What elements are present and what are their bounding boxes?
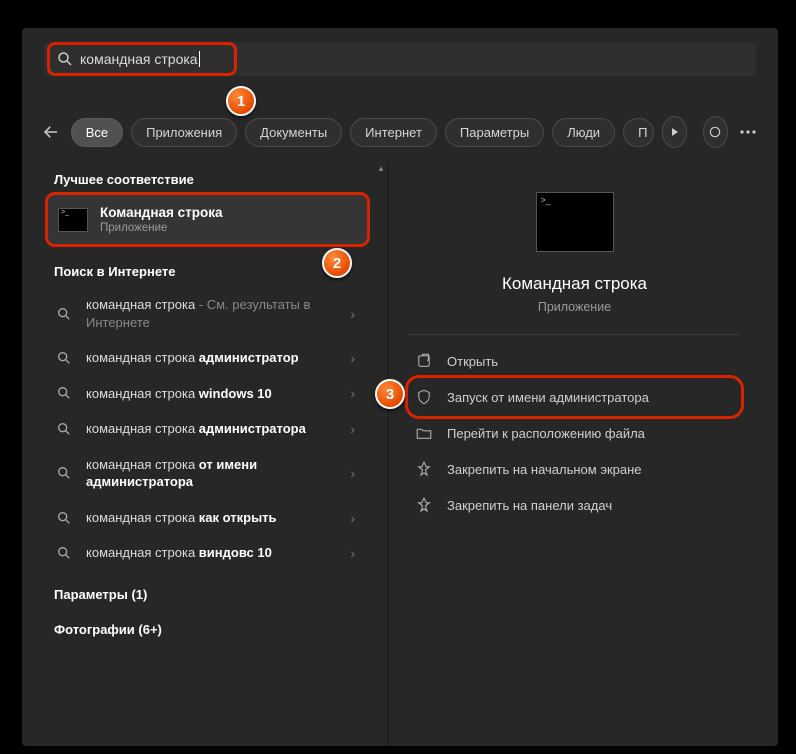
preview-icon [536, 192, 614, 252]
preview-sub: Приложение [409, 300, 740, 314]
results-list: Лучшее соответствие Командная строка При… [40, 162, 375, 746]
tab-settings[interactable]: Параметры [445, 118, 544, 147]
circle-icon [708, 125, 722, 139]
action-pin-taskbar[interactable]: Закрепить на панели задач [409, 487, 740, 523]
action-run-as-admin[interactable]: Запуск от имени администратора [409, 379, 740, 415]
web-suggestion[interactable]: командная строка - См. результаты в Инте… [40, 287, 375, 340]
chevron-right-icon: › [350, 421, 359, 437]
suggestion-text: командная строка от имени администратора [86, 456, 336, 491]
action-pin-taskbar-label: Закрепить на панели задач [447, 498, 612, 513]
filter-tabs: Все Приложения Документы Интернет Параме… [40, 114, 760, 150]
shield-icon [415, 388, 433, 406]
tab-documents[interactable]: Документы [245, 118, 342, 147]
pin-icon [415, 460, 433, 478]
best-match-header: Лучшее соответствие [40, 162, 375, 195]
search-window: командная строка 1 Все Приложения Докуме… [22, 28, 778, 746]
scroll-up-icon[interactable]: ▴ [375, 162, 387, 174]
preview-title: Командная строка [409, 274, 740, 294]
tab-apps[interactable]: Приложения [131, 118, 237, 147]
search-icon [56, 50, 74, 68]
web-suggestion[interactable]: командная строка администратора › [40, 411, 375, 447]
top-result[interactable]: Командная строка Приложение [48, 195, 367, 244]
ellipsis-icon [740, 130, 756, 134]
web-suggestion[interactable]: командная строка от имени администратора… [40, 447, 375, 500]
text-cursor [199, 51, 200, 67]
search-icon [56, 545, 72, 561]
chevron-right-icon: › [350, 306, 359, 322]
search-icon [56, 465, 72, 481]
account-button[interactable] [703, 116, 728, 148]
tab-scroll-right[interactable] [662, 116, 687, 148]
chevron-right-icon: › [350, 350, 359, 366]
search-bar[interactable]: командная строка [47, 42, 237, 76]
action-open[interactable]: Открыть [409, 343, 740, 379]
web-suggestion[interactable]: командная строка администратор › [40, 340, 375, 376]
suggestion-text: командная строка администратор [86, 349, 336, 367]
top-result-title: Командная строка [100, 205, 223, 220]
play-icon [670, 127, 680, 137]
scrollbar[interactable]: ▴ [375, 162, 387, 746]
results-area: Лучшее соответствие Командная строка При… [40, 162, 760, 746]
action-admin-label: Запуск от имени администратора [447, 390, 649, 405]
action-open-location[interactable]: Перейти к расположению файла [409, 415, 740, 451]
chevron-right-icon: › [350, 385, 359, 401]
web-suggestion[interactable]: командная строка виндовс 10 › [40, 535, 375, 571]
divider-line [409, 334, 740, 335]
search-icon [56, 385, 72, 401]
suggestion-text: командная строка - См. результаты в Инте… [86, 296, 336, 331]
search-icon [56, 510, 72, 526]
chevron-right-icon: › [350, 545, 359, 561]
parameters-header[interactable]: Параметры (1) [40, 577, 375, 610]
search-icon [56, 350, 72, 366]
action-open-label: Открыть [447, 354, 498, 369]
tab-people[interactable]: Люди [552, 118, 615, 147]
arrow-left-icon [42, 123, 60, 141]
pin-icon [415, 496, 433, 514]
action-location-label: Перейти к расположению файла [447, 426, 645, 441]
suggestion-text: командная строка администратора [86, 420, 336, 438]
suggestion-text: командная строка как открыть [86, 509, 336, 527]
annotation-badge-1: 1 [226, 86, 256, 116]
more-button[interactable] [736, 116, 760, 148]
open-icon [415, 352, 433, 370]
back-button[interactable] [40, 117, 63, 147]
tab-truncated[interactable]: П [623, 118, 654, 147]
search-icon [56, 306, 72, 322]
photos-header[interactable]: Фотографии (6+) [40, 612, 375, 645]
web-suggestion[interactable]: командная строка как открыть › [40, 500, 375, 536]
tab-web[interactable]: Интернет [350, 118, 437, 147]
annotation-badge-2: 2 [322, 248, 352, 278]
search-icon [56, 421, 72, 437]
chevron-right-icon: › [350, 465, 359, 481]
suggestion-text: командная строка windows 10 [86, 385, 336, 403]
folder-icon [415, 424, 433, 442]
web-suggestions: командная строка - См. результаты в Инте… [40, 287, 375, 571]
preview-pane: Командная строка Приложение Открыть Запу… [389, 162, 760, 746]
tab-all[interactable]: Все [71, 118, 123, 147]
annotation-badge-3: 3 [375, 379, 405, 409]
top-result-wrap: Командная строка Приложение [48, 195, 367, 244]
suggestion-text: командная строка виндовс 10 [86, 544, 336, 562]
chevron-right-icon: › [350, 510, 359, 526]
action-pin-start[interactable]: Закрепить на начальном экране [409, 451, 740, 487]
web-suggestion[interactable]: командная строка windows 10 › [40, 376, 375, 412]
search-input[interactable]: командная строка [80, 51, 198, 67]
cmd-icon [58, 208, 88, 232]
top-result-sub: Приложение [100, 222, 223, 234]
action-pin-start-label: Закрепить на начальном экране [447, 462, 642, 477]
